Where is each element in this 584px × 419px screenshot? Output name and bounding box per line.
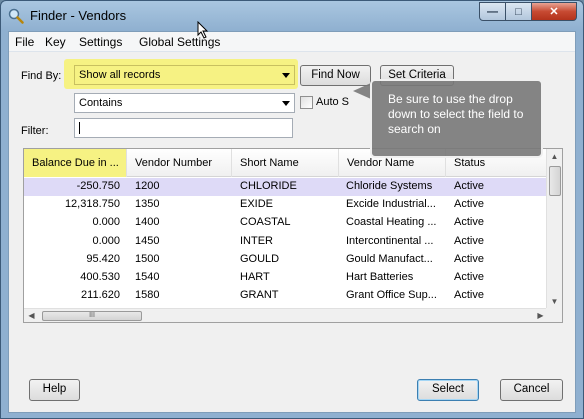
cell-short-name: INTER bbox=[240, 234, 273, 247]
scroll-down-icon[interactable]: ▼ bbox=[547, 294, 562, 309]
filter-input[interactable] bbox=[74, 118, 293, 138]
cell-vendor-name: Gould Manufact... bbox=[346, 252, 433, 265]
table-row[interactable]: -250.750 1200 CHLORIDE Chloride Systems Acti… bbox=[24, 178, 548, 196]
tooltip-pointer bbox=[353, 83, 371, 99]
cell-status: Active bbox=[454, 234, 484, 247]
cell-balance: 0.000 bbox=[92, 216, 120, 229]
table-row[interactable]: 400.530 1540 HART Hart Batteries Active bbox=[24, 269, 548, 287]
find-by-dropdown[interactable]: Show all records bbox=[74, 65, 295, 85]
cell-vendor-number: 1400 bbox=[135, 216, 160, 229]
maximize-button[interactable]: □ bbox=[506, 2, 532, 21]
window-title: Finder - Vendors bbox=[30, 8, 127, 23]
cell-balance: -250.750 bbox=[76, 180, 120, 192]
cell-vendor-number: 1200 bbox=[135, 180, 160, 192]
scroll-corner bbox=[546, 308, 562, 322]
title-bar[interactable]: Finder - Vendors — □ ✕ bbox=[1, 1, 583, 31]
cell-vendor-name: Hart Batteries bbox=[346, 271, 414, 283]
find-by-value: Show all records bbox=[79, 69, 161, 81]
cell-vendor-number: 1540 bbox=[135, 271, 160, 283]
cell-short-name: EXIDE bbox=[240, 198, 274, 211]
table-row[interactable]: 0.000 1400 COASTAL Coastal Heating ... Activ… bbox=[24, 214, 548, 232]
chevron-down-icon bbox=[282, 101, 290, 106]
close-button[interactable]: ✕ bbox=[532, 2, 577, 21]
cell-balance: 12,318.750 bbox=[64, 198, 120, 211]
cell-vendor-number: 1450 bbox=[135, 234, 160, 247]
horizontal-scroll-thumb[interactable]: III bbox=[42, 311, 142, 321]
cell-status: Active bbox=[454, 180, 484, 192]
scroll-up-icon[interactable]: ▲ bbox=[547, 149, 562, 164]
cell-short-name: GOULD bbox=[240, 252, 280, 265]
column-header-short-name[interactable]: Short Name bbox=[232, 149, 339, 177]
table-row[interactable]: 211.620 1580 GRANT Grant Office Sup... Activ… bbox=[24, 287, 548, 305]
mouse-cursor-icon bbox=[197, 21, 209, 39]
filter-label: Filter: bbox=[21, 125, 49, 137]
chevron-down-icon bbox=[282, 73, 290, 78]
table-row[interactable]: 0.000 1450 INTER Intercontinental ... Active bbox=[24, 233, 548, 251]
cell-status: Active bbox=[454, 198, 484, 211]
operator-value: Contains bbox=[79, 97, 123, 109]
cell-status: Active bbox=[454, 216, 484, 229]
table-row[interactable]: 12,318.750 1350 EXIDE Excide Industrial... A… bbox=[24, 196, 548, 214]
find-by-label: Find By: bbox=[21, 70, 62, 82]
cell-vendor-name: Chloride Systems bbox=[346, 180, 433, 192]
vendor-grid[interactable]: Balance Due in ... Vendor Number Short N… bbox=[23, 148, 563, 323]
window-controls: — □ ✕ bbox=[479, 2, 577, 21]
menu-bar: File Key Settings Global Settings bbox=[9, 32, 575, 52]
cell-short-name: HART bbox=[240, 271, 270, 283]
cell-vendor-name: Excide Industrial... bbox=[346, 198, 436, 211]
cell-status: Active bbox=[454, 252, 484, 265]
cell-vendor-number: 1580 bbox=[135, 289, 160, 302]
menu-settings[interactable]: Settings bbox=[79, 35, 122, 49]
vertical-scroll-thumb[interactable] bbox=[549, 166, 561, 196]
column-header-vendor-number[interactable]: Vendor Number bbox=[127, 149, 232, 177]
table-row[interactable]: 95.420 1500 GOULD Gould Manufact... Active bbox=[24, 251, 548, 269]
operator-dropdown[interactable]: Contains bbox=[74, 93, 295, 113]
select-button[interactable]: Select bbox=[417, 379, 479, 401]
cell-short-name: CHLORIDE bbox=[240, 180, 297, 192]
cell-balance: 211.620 bbox=[81, 289, 120, 302]
text-caret bbox=[79, 122, 80, 134]
cell-vendor-number: 1350 bbox=[135, 198, 160, 211]
cell-balance: 400.530 bbox=[80, 271, 120, 283]
cell-vendor-number: 1500 bbox=[135, 252, 160, 265]
cell-balance: 95.420 bbox=[86, 252, 120, 265]
finder-window: Finder - Vendors — □ ✕ File Key Settings… bbox=[0, 0, 584, 419]
cell-status: Active bbox=[454, 271, 484, 283]
cell-vendor-name: Intercontinental ... bbox=[346, 234, 434, 247]
cell-balance: 0.000 bbox=[92, 234, 120, 247]
cell-short-name: GRANT bbox=[240, 289, 279, 302]
minimize-button[interactable]: — bbox=[479, 2, 506, 21]
help-callout: Be sure to use the drop down to select t… bbox=[370, 79, 543, 158]
cancel-button[interactable]: Cancel bbox=[500, 379, 563, 401]
cell-status: Active bbox=[454, 289, 484, 302]
auto-search-checkbox[interactable] bbox=[300, 96, 313, 109]
menu-key[interactable]: Key bbox=[45, 35, 66, 49]
scroll-left-icon[interactable]: ◀ bbox=[24, 308, 39, 322]
column-header-balance[interactable]: Balance Due in ... bbox=[24, 149, 127, 177]
magnifier-icon bbox=[8, 8, 24, 24]
menu-file[interactable]: File bbox=[15, 35, 34, 49]
cell-short-name: COASTAL bbox=[240, 216, 291, 229]
auto-search-label: Auto S bbox=[316, 96, 350, 108]
cell-vendor-name: Grant Office Sup... bbox=[346, 289, 437, 302]
help-button[interactable]: Help bbox=[29, 379, 80, 401]
horizontal-scrollbar[interactable]: ◀ III ▶ bbox=[24, 308, 548, 322]
cell-vendor-name: Coastal Heating ... bbox=[346, 216, 437, 229]
vertical-scrollbar[interactable]: ▲ ▼ bbox=[546, 149, 562, 309]
